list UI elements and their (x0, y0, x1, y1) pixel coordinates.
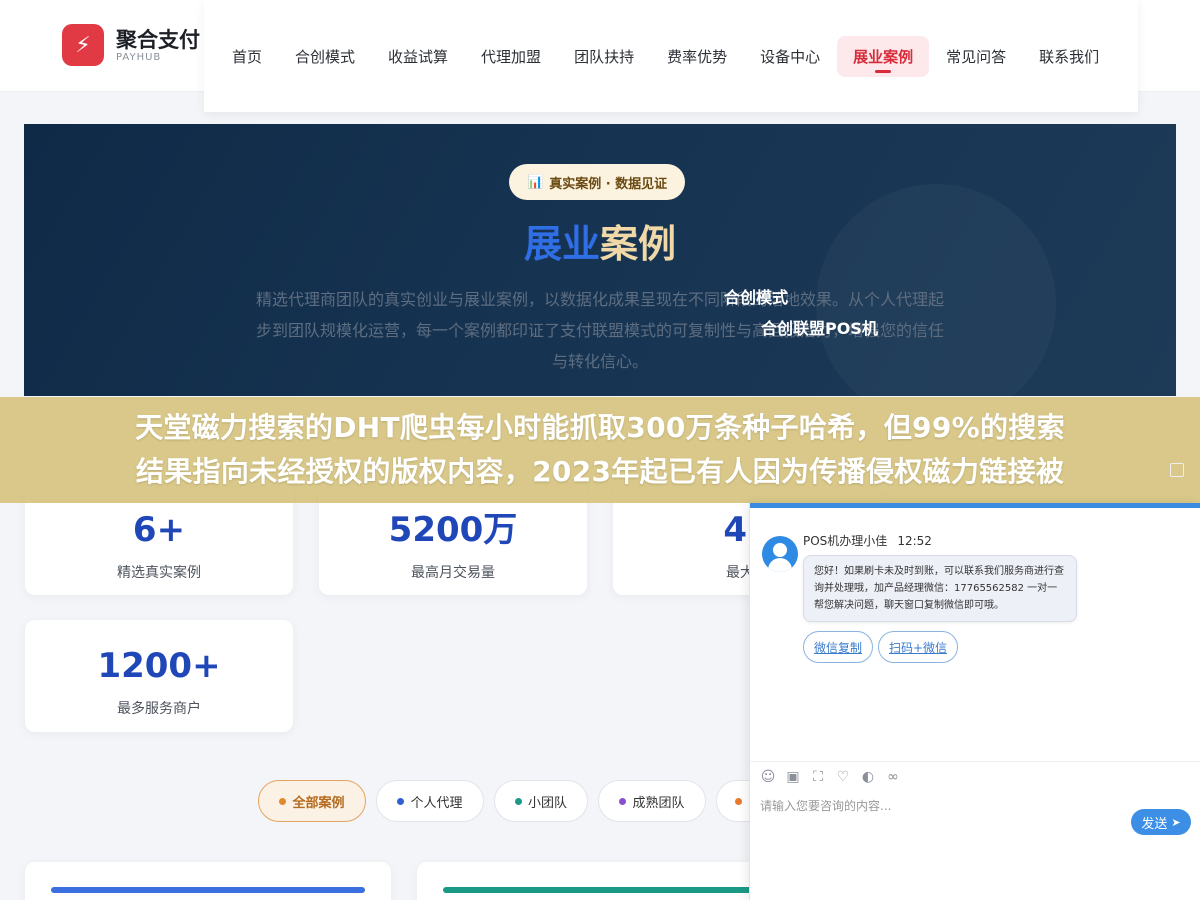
stat-value: 5200万 (388, 510, 518, 550)
brand-sub: PAYHUB (116, 51, 162, 63)
screenshot-icon[interactable]: ⛶ (810, 769, 826, 785)
rating-icon[interactable]: ♡ (835, 769, 851, 785)
send-button[interactable]: 发送 ➤ (1131, 809, 1191, 835)
stat-card-merchants: 1200+ 最多服务商户 (25, 620, 293, 732)
filter-dot (619, 797, 627, 805)
filter-dot (397, 797, 405, 805)
stat-value: 1200+ (97, 646, 221, 686)
case-accent-bar (51, 887, 365, 893)
filter-dot (279, 797, 287, 805)
nav-team-support[interactable]: 团队扶持 (558, 36, 650, 77)
voice-icon[interactable]: ◐ (860, 769, 876, 785)
copy-wechat-button[interactable]: 微信复制 (803, 631, 874, 663)
filter-label: 个人代理 (410, 795, 463, 811)
filter-label: 成熟团队 (632, 795, 685, 811)
brand-logo[interactable]: ⚡ 聚合支付 PAYHUB (62, 24, 200, 66)
stat-label: 最多服务商户 (117, 701, 201, 717)
lightning-icon: ⚡ (62, 24, 104, 66)
hero-badge-text: 真实案例 · 数据见证 (549, 176, 668, 192)
main-nav: 首页 合创模式 收益试算 代理加盟 团队扶持 费率优势 设备中心 展业案例 常见… (204, 0, 1138, 112)
agent-avatar (762, 536, 798, 572)
filter-all[interactable]: 全部案例 (258, 780, 366, 822)
chat-message-bubble: 您好！如果刷卡未及时到账，可以联系我们服务商进行查询并处理哦，加产品经理微信：1… (803, 555, 1077, 622)
nav-faq[interactable]: 常见问答 (930, 36, 1022, 77)
hero-title-part2: 案例 (600, 222, 677, 266)
overlay-banner: 天堂磁力搜索的DHT爬虫每小时能抓取300万条种子哈希，但99%的搜索 结果指向… (0, 397, 1200, 503)
nav-agent-join[interactable]: 代理加盟 (465, 36, 557, 77)
chat-widget: POS机办理小佳 12:52 您好！如果刷卡未及时到账，可以联系我们服务商进行查询… (749, 503, 1200, 900)
nav-rate-advantage[interactable]: 费率优势 (651, 36, 743, 77)
stat-label: 最高月交易量 (411, 565, 495, 581)
filter-label: 全部案例 (292, 795, 345, 811)
stat-value: 6+ (132, 510, 186, 550)
filter-dot (514, 797, 522, 805)
chat-toolbar: ☺ ▣ ⛶ ♡ ◐ ∞ (760, 769, 910, 785)
brand-name: 聚合支付 (116, 27, 200, 52)
filter-personal[interactable]: 个人代理 (376, 780, 484, 822)
case-card[interactable] (25, 862, 391, 900)
filter-mature-team[interactable]: 成熟团队 (598, 780, 706, 822)
banner-line-2: 结果指向未经授权的版权内容，2023年起已有人因为传播侵权磁力链接被 (135, 455, 1065, 488)
chat-meta: POS机办理小佳 12:52 (803, 532, 932, 549)
chat-top-accent (750, 503, 1200, 508)
chat-divider (750, 761, 1200, 762)
filter-label: 小团队 (527, 795, 567, 811)
message-time: 12:52 (897, 534, 932, 548)
image-icon[interactable]: ▣ (785, 769, 801, 785)
banner-line-1: 天堂磁力搜索的DHT爬虫每小时能抓取300万条种子哈希，但99%的搜索 (135, 411, 1065, 444)
hero-badge: 📊 真实案例 · 数据见证 (509, 164, 686, 200)
scan-wechat-button[interactable]: 扫码+微信 (878, 631, 959, 663)
nav-earnings-calc[interactable]: 收益试算 (372, 36, 464, 77)
chart-icon: 📊 (527, 174, 544, 190)
hero-title-part1: 展业 (523, 222, 600, 266)
stat-label: 精选真实案例 (117, 565, 201, 581)
hero-section: 📊 真实案例 · 数据见证 展业案例 精选代理商团队的真实创业与展业案例，以数据… (24, 124, 1176, 396)
link-icon[interactable]: ∞ (885, 769, 901, 785)
emoji-icon[interactable]: ☺ (760, 769, 776, 785)
hero-title: 展业案例 (24, 216, 1176, 272)
case-card[interactable] (417, 862, 783, 900)
nav-device-center[interactable]: 设备中心 (744, 36, 836, 77)
hover-tooltip-pos: 合创联盟POS机 (761, 319, 878, 338)
nav-contact[interactable]: 联系我们 (1023, 36, 1115, 77)
hover-tooltip-mode: 合创模式 (724, 288, 789, 307)
chat-minimize-icon[interactable] (1170, 463, 1184, 477)
brand-text: 聚合支付 PAYHUB (116, 28, 200, 63)
chat-input[interactable] (760, 799, 1120, 813)
nav-partner-mode[interactable]: 合创模式 (279, 36, 371, 77)
send-arrow-icon: ➤ (1171, 815, 1181, 829)
nav-home[interactable]: 首页 (216, 36, 278, 77)
filter-dot (735, 797, 742, 805)
case-accent-bar (443, 887, 763, 893)
agent-name: POS机办理小佳 (803, 534, 888, 548)
send-label: 发送 (1141, 816, 1168, 832)
nav-cases[interactable]: 展业案例 (837, 35, 930, 77)
filter-small-team[interactable]: 小团队 (494, 780, 588, 822)
